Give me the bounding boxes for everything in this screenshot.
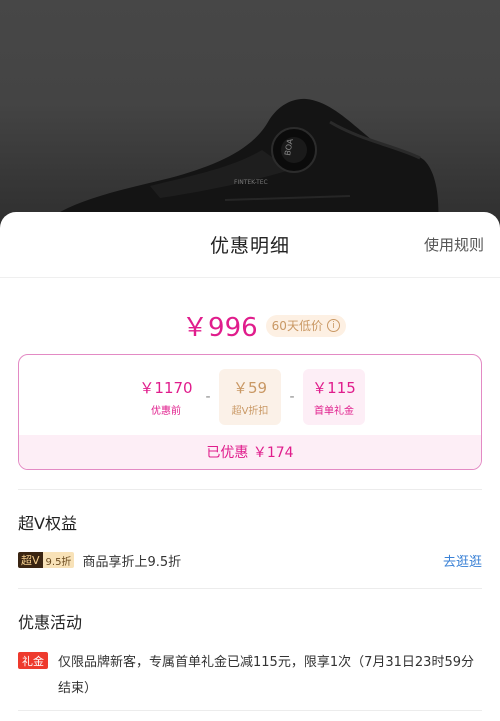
low-price-badge-label: 60天低价 [271, 319, 323, 333]
original-price-amount: ￥1170 [139, 379, 193, 397]
info-icon[interactable]: i [326, 319, 340, 332]
section-divider [18, 588, 482, 589]
section-divider [18, 710, 482, 711]
total-saved-bar: 已优惠 ￥174 [19, 435, 481, 469]
first-order-gift-item: ￥115 首单礼金 [303, 369, 365, 425]
tech-label: FINTEK-TEC [234, 179, 268, 186]
super-v-discount-amount: ￥59 [232, 379, 268, 397]
super-v-badge-right: 9.5折 [42, 552, 75, 568]
price-row: ￥996 60天低价 i [0, 307, 500, 344]
super-v-discount-item: ￥59 超V折扣 [219, 369, 281, 425]
first-order-gift-amount: ￥115 [312, 379, 356, 397]
usage-rules-link[interactable]: 使用规则 [424, 234, 484, 255]
promo-description: 仅限品牌新客，专属首单礼金已减115元，限享1次（7月31日23时59分结束） [58, 655, 474, 696]
gift-tag: 礼金 [18, 652, 48, 669]
super-v-benefit-row: 超V 9.5折 商品享折上9.5折 去逛逛 [18, 550, 482, 570]
super-v-badge: 超V 9.5折 [18, 552, 75, 568]
price-breakdown-card: ￥1170 优惠前 - ￥59 超V折扣 - ￥115 首单礼金 已优惠 ￥17… [18, 354, 482, 470]
sheet-header: 优惠明细 使用规则 [0, 212, 500, 278]
original-price-label: 优惠前 [151, 406, 181, 417]
minus-operator: - [289, 389, 295, 405]
super-v-section-title: 超V权益 [18, 514, 77, 533]
product-image-backdrop: BOA FINTEK-TEC [0, 0, 500, 230]
super-v-benefit-text: 商品享折上9.5折 [82, 554, 182, 570]
first-order-gift-label: 首单礼金 [314, 406, 354, 417]
original-price-item: ￥1170 优惠前 [135, 369, 197, 425]
product-shoe-image: BOA FINTEK-TEC [50, 98, 439, 230]
super-v-badge-left: 超V [18, 552, 43, 568]
final-price: ￥996 [182, 313, 258, 343]
minus-operator: - [205, 389, 211, 405]
low-price-badge[interactable]: 60天低价 i [265, 314, 346, 337]
section-divider [18, 489, 482, 490]
browse-link[interactable]: 去逛逛 [443, 551, 482, 570]
promo-section-title: 优惠活动 [18, 613, 83, 632]
promo-row: 礼金 仅限品牌新客，专属首单礼金已减115元，限享1次（7月31日23时59分结… [18, 650, 482, 702]
super-v-discount-label: 超V折扣 [231, 406, 269, 417]
sheet-title: 优惠明细 [209, 235, 290, 257]
discount-detail-sheet: 优惠明细 使用规则 ￥996 60天低价 i ￥1170 优惠前 - ￥59 超… [0, 212, 500, 721]
breakdown-items: ￥1170 优惠前 - ￥59 超V折扣 - ￥115 首单礼金 [19, 369, 481, 425]
